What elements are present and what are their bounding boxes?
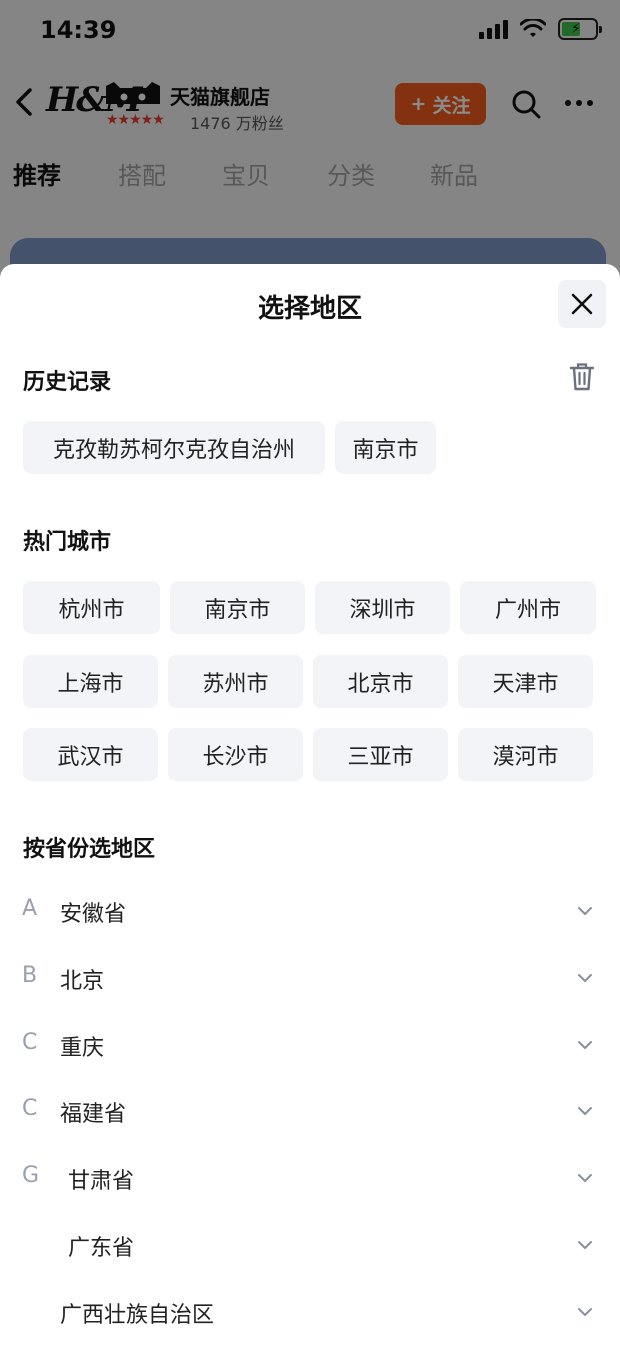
hot-city-chip[interactable]: 漠河市 [458,728,593,781]
region-select-sheet: 选择地区 历史记录 克孜勒苏柯尔克孜自治州 南京市 热门城市 杭州市 南京市 深… [0,264,620,1348]
province-name: 北京 [60,969,105,994]
index-letter: C [22,1030,38,1055]
hot-city-chip[interactable]: 广州市 [460,581,596,634]
province-row-anhui[interactable]: A 安徽省 [0,882,620,942]
chevron-down-icon [578,1308,592,1316]
hot-city-chip[interactable]: 北京市 [313,655,448,708]
hot-city-chip[interactable]: 天津市 [458,655,593,708]
province-name: 安徽省 [60,902,127,927]
chevron-down-icon [578,1241,592,1249]
chevron-down-icon [578,1041,592,1049]
province-name: 广东省 [68,1236,135,1261]
hot-city-chip[interactable]: 深圳市 [315,581,450,634]
chevron-down-icon [578,974,592,982]
hot-city-chip[interactable]: 杭州市 [23,581,160,634]
close-button[interactable] [558,280,606,328]
chevron-down-icon [578,1174,592,1182]
hot-city-chip[interactable]: 上海市 [23,655,158,708]
hot-cities-title: 热门城市 [23,530,112,555]
index-letter: B [22,963,38,988]
province-name: 重庆 [60,1036,105,1061]
index-letter: C [22,1096,38,1121]
close-icon [571,293,593,315]
index-letter: G [22,1163,40,1188]
hot-city-chip[interactable]: 南京市 [170,581,305,634]
trash-icon[interactable] [568,362,596,392]
history-title: 历史记录 [23,370,112,395]
province-name: 甘肃省 [68,1169,135,1194]
hot-city-chip[interactable]: 长沙市 [168,728,303,781]
province-row-guangdong[interactable]: 广东省 [0,1216,620,1276]
province-row-guangxi[interactable]: 广西壮族自治区 [0,1283,620,1343]
sheet-title: 选择地区 [257,294,362,324]
province-row-beijing[interactable]: B 北京 [0,949,620,1009]
province-row-fujian[interactable]: C 福建省 [0,1082,620,1142]
province-name: 广西壮族自治区 [60,1303,215,1328]
hot-city-chip[interactable]: 三亚市 [313,728,448,781]
index-letter: A [22,896,38,921]
province-row-chongqing[interactable]: C 重庆 [0,1016,620,1076]
hot-city-chip[interactable]: 苏州市 [168,655,303,708]
province-name: 福建省 [60,1102,127,1127]
province-row-gansu[interactable]: G 甘肃省 [0,1149,620,1209]
chevron-down-icon [578,1107,592,1115]
history-chip[interactable]: 克孜勒苏柯尔克孜自治州 [23,421,325,474]
province-title: 按省份选地区 [23,837,156,862]
history-chip[interactable]: 南京市 [335,421,436,474]
chevron-down-icon [578,907,592,915]
hot-city-chip[interactable]: 武汉市 [23,728,158,781]
